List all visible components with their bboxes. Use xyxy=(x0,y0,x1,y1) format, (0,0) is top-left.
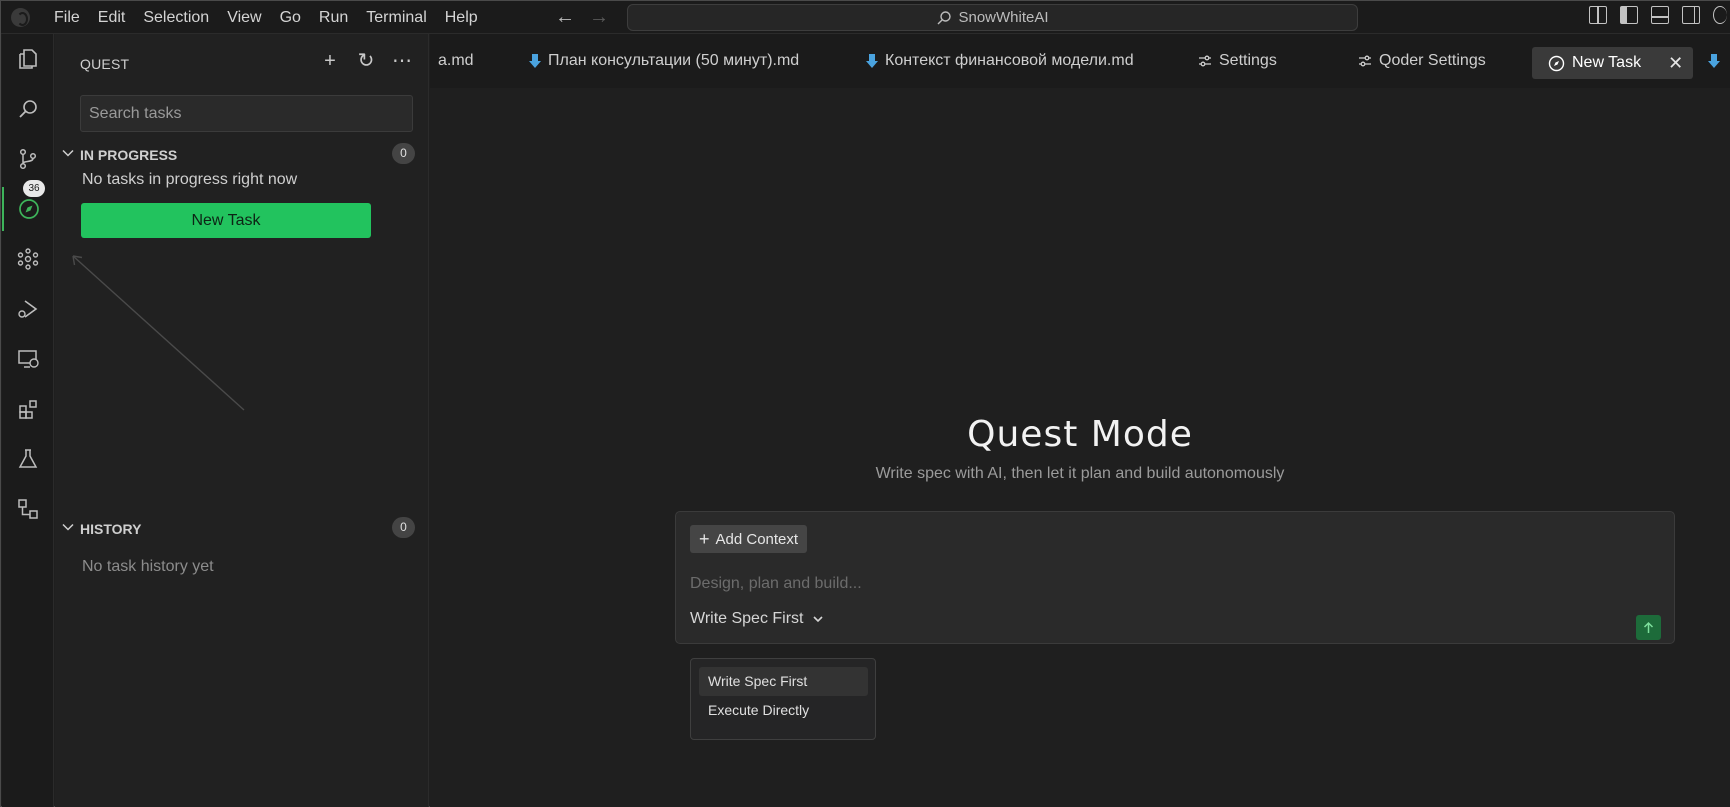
mode-option-execute-directly[interactable]: Execute Directly xyxy=(699,696,868,725)
mode-dropdown-menu: Write Spec First Execute Directly xyxy=(690,658,876,740)
quest-mode-subtitle: Write spec with AI, then let it plan and… xyxy=(875,465,1285,482)
command-center-label: SnowWhiteAI xyxy=(958,9,1049,26)
back-arrow-icon[interactable]: ← xyxy=(553,6,577,28)
menu-selection[interactable]: Selection xyxy=(134,1,218,34)
in-progress-empty-text: No tasks in progress right now xyxy=(82,171,298,188)
title-bar: File Edit Selection View Go Run Terminal… xyxy=(1,1,1730,34)
menu-help[interactable]: Help xyxy=(436,1,487,34)
pointer-arrow-decoration xyxy=(72,255,245,411)
plus-icon: + xyxy=(699,529,710,549)
source-control-icon[interactable] xyxy=(2,137,54,181)
menu-bar: File Edit Selection View Go Run Terminal… xyxy=(45,1,487,34)
toggle-panel-icon[interactable] xyxy=(1651,6,1669,24)
mode-select[interactable]: Write Spec First xyxy=(690,610,824,628)
search-tasks-input[interactable] xyxy=(80,95,413,132)
add-icon[interactable]: + xyxy=(320,50,340,72)
menu-terminal[interactable]: Terminal xyxy=(357,1,435,34)
sidebar-title: QUEST xyxy=(80,56,130,72)
in-progress-section-header[interactable]: IN PROGRESS 0 xyxy=(55,140,429,168)
forward-arrow-icon[interactable]: → xyxy=(587,6,611,28)
add-context-label: Add Context xyxy=(715,530,799,548)
search-icon xyxy=(937,10,952,24)
tab-label: a.md xyxy=(438,52,474,69)
chevron-down-icon xyxy=(812,616,823,623)
in-progress-label: IN PROGRESS xyxy=(80,147,178,163)
tab-financial-model-context[interactable]: Контекст финансовой модели.md xyxy=(866,34,1134,88)
quest-mode-panel: Quest Mode Write spec with AI, then let … xyxy=(430,88,1730,807)
history-label: HISTORY xyxy=(80,521,142,537)
settings-sliders-icon xyxy=(1199,55,1211,67)
sidebar-actions: + ↻ ⋯ xyxy=(320,50,412,72)
run-debug-icon[interactable] xyxy=(2,287,54,331)
add-context-button[interactable]: + Add Context xyxy=(690,525,808,553)
refresh-icon[interactable]: ↻ xyxy=(356,50,376,72)
quest-mode-title: Quest Mode xyxy=(967,414,1193,455)
quest-compass-icon[interactable] xyxy=(2,187,54,231)
more-icon[interactable]: ⋯ xyxy=(392,50,412,72)
tab-label: Settings xyxy=(1219,52,1277,69)
tab-label: Qoder Settings xyxy=(1379,52,1486,69)
editor-tab-bar: a.md План консультации (50 минут).md Кон… xyxy=(430,34,1730,88)
extensions-icon[interactable] xyxy=(2,387,54,431)
activity-bar: 36 xyxy=(2,34,54,807)
menu-run[interactable]: Run xyxy=(310,1,357,34)
send-button[interactable] xyxy=(1636,615,1661,640)
new-task-button[interactable]: New Task xyxy=(81,203,371,238)
window-frame: File Edit Selection View Go Run Terminal… xyxy=(0,0,1730,807)
tab-qoder-settings[interactable]: Qoder Settings xyxy=(1358,34,1486,88)
menu-file[interactable]: File xyxy=(45,1,89,34)
mode-selected-label: Write Spec First xyxy=(690,610,804,627)
toggle-primary-sidebar-icon[interactable] xyxy=(1620,6,1638,24)
testing-flask-icon[interactable] xyxy=(2,437,54,481)
workflow-icon[interactable] xyxy=(2,487,54,531)
explorer-icon[interactable] xyxy=(2,37,54,81)
history-empty-text: No task history yet xyxy=(82,558,214,575)
command-center[interactable]: SnowWhiteAI xyxy=(627,4,1358,31)
history-count-badge: 0 xyxy=(392,517,415,538)
compass-icon xyxy=(1548,55,1565,71)
quest-sidebar: QUEST + ↻ ⋯ IN PROGRESS 0 No tasks in pr… xyxy=(55,34,429,807)
nav-arrows: ← → xyxy=(553,6,611,28)
layout-controls xyxy=(1589,6,1727,24)
arrow-up-icon xyxy=(1643,621,1654,633)
account-icon[interactable] xyxy=(1713,6,1727,24)
task-prompt-input[interactable] xyxy=(690,574,1590,594)
chevron-down-icon xyxy=(62,149,74,157)
search-icon[interactable] xyxy=(2,87,54,131)
tab-label: План консультации (50 минут).md xyxy=(548,52,800,69)
settings-sliders-icon xyxy=(1359,55,1371,67)
app-logo-icon xyxy=(11,8,30,27)
tab-label: New Task xyxy=(1572,54,1642,71)
task-composer: + Add Context Write Spec First xyxy=(675,511,1675,644)
tab-label: Контекст финансовой модели.md xyxy=(885,52,1134,69)
markdown-icon xyxy=(1708,54,1720,68)
menu-go[interactable]: Go xyxy=(271,1,310,34)
chevron-down-icon xyxy=(62,523,74,531)
tab-consultation-plan[interactable]: План консультации (50 минут).md xyxy=(529,34,799,88)
markdown-icon xyxy=(529,54,541,68)
markdown-icon xyxy=(866,54,878,68)
tab-settings[interactable]: Settings xyxy=(1198,34,1277,88)
close-icon[interactable]: ✕ xyxy=(1668,53,1683,74)
in-progress-count-badge: 0 xyxy=(392,143,415,164)
menu-view[interactable]: View xyxy=(218,1,270,34)
tab-new-task[interactable]: New Task ✕ xyxy=(1532,47,1694,79)
tab-overflow-markdown[interactable] xyxy=(1708,34,1720,88)
toggle-secondary-sidebar-icon[interactable] xyxy=(1682,6,1700,24)
menu-edit[interactable]: Edit xyxy=(89,1,135,34)
customize-layout-icon[interactable] xyxy=(1589,6,1607,24)
network-icon[interactable] xyxy=(2,237,54,281)
history-section-header[interactable]: HISTORY 0 xyxy=(55,514,429,542)
remote-explorer-icon[interactable] xyxy=(2,337,54,381)
tab-markdown-truncated[interactable]: a.md xyxy=(438,34,474,88)
mode-option-write-spec-first[interactable]: Write Spec First xyxy=(699,667,868,696)
